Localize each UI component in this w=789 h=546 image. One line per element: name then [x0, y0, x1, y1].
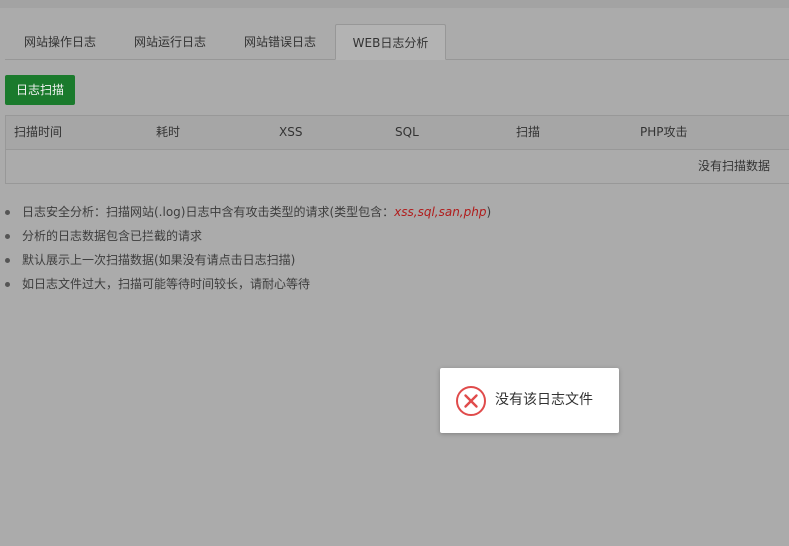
tab-bar: 网站操作日志 网站运行日志 网站错误日志 WEB日志分析: [5, 24, 789, 60]
error-toast: 没有该日志文件: [440, 368, 619, 433]
empty-table-message: 没有扫描数据: [697, 159, 770, 173]
note-text: 分析的日志数据包含已拦截的请求: [22, 229, 203, 243]
tab-site-run-log[interactable]: 网站运行日志: [116, 24, 224, 59]
table-row: 没有扫描数据: [6, 150, 789, 183]
table-header: 扫描时间 耗时 XSS SQL 扫描 PHP攻击: [6, 116, 789, 150]
toast-message: 没有该日志文件: [495, 392, 593, 408]
tab-site-operation-log[interactable]: 网站操作日志: [5, 24, 115, 59]
list-item: 分析的日志数据包含已拦截的请求: [5, 227, 605, 251]
note-text: ): [486, 205, 492, 219]
bullet-dot: [5, 210, 10, 215]
bullet-dot: [5, 258, 10, 263]
column-header-php-attack: PHP攻击: [640, 125, 688, 139]
bullet-dot: [5, 282, 10, 287]
note-text: 如日志文件过大，扫描可能等待时间较长，请耐心等待: [22, 277, 311, 291]
column-header-duration: 耗时: [156, 125, 181, 139]
error-circle-icon: [456, 386, 486, 416]
column-header-xss: XSS: [279, 125, 303, 139]
note-text: 默认展示上一次扫描数据(如果没有请点击日志扫描): [22, 253, 296, 267]
scan-results-table: 扫描时间 耗时 XSS SQL 扫描 PHP攻击 没有扫描数据: [5, 115, 789, 184]
notes-list: 日志安全分析：扫描网站(.log)日志中含有攻击类型的请求(类型包含：xss,s…: [5, 203, 605, 299]
list-item: 如日志文件过大，扫描可能等待时间较长，请耐心等待: [5, 275, 605, 299]
note-text: 日志安全分析：扫描网站(.log)日志中含有攻击类型的请求(类型包含：: [22, 205, 395, 219]
tab-web-log-analysis[interactable]: WEB日志分析: [335, 24, 446, 60]
column-header-scan: 扫描: [516, 125, 541, 139]
bullet-dot: [5, 234, 10, 239]
top-strip: [0, 0, 789, 8]
list-item: 日志安全分析：扫描网站(.log)日志中含有攻击类型的请求(类型包含：xss,s…: [5, 203, 605, 227]
column-header-sql: SQL: [395, 125, 419, 139]
log-scan-button[interactable]: 日志扫描: [5, 75, 75, 105]
column-header-scan-time: 扫描时间: [14, 125, 63, 139]
list-item: 默认展示上一次扫描数据(如果没有请点击日志扫描): [5, 251, 605, 275]
tab-site-error-log[interactable]: 网站错误日志: [226, 24, 334, 59]
attack-types: xss,sql,san,php: [394, 205, 487, 219]
